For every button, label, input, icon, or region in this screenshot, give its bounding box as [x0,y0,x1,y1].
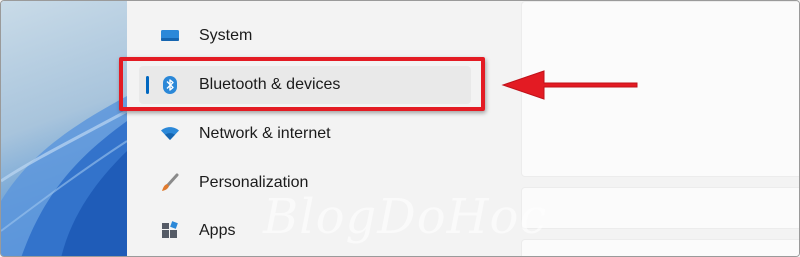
content-card [521,187,799,229]
paintbrush-icon [159,172,181,194]
system-monitor-icon [159,25,181,47]
sidebar-item-system[interactable]: System [127,13,521,59]
watermark: BlogDoHoc [263,189,548,245]
content-card [521,239,799,256]
screenshot-frame: System Bluetooth & devices Network & int… [0,0,800,257]
wifi-icon [159,123,181,145]
desktop-wallpaper [1,1,127,256]
sidebar-item-label: Apps [199,222,236,239]
settings-content-panel [521,1,799,256]
annotation-arrow-icon [501,70,638,100]
sidebar-item-label: System [199,27,253,44]
annotation-highlight-box [119,57,485,111]
apps-icon [159,220,181,242]
sidebar-item-network-internet[interactable]: Network & internet [127,111,521,157]
sidebar-item-label: Network & internet [199,125,331,142]
